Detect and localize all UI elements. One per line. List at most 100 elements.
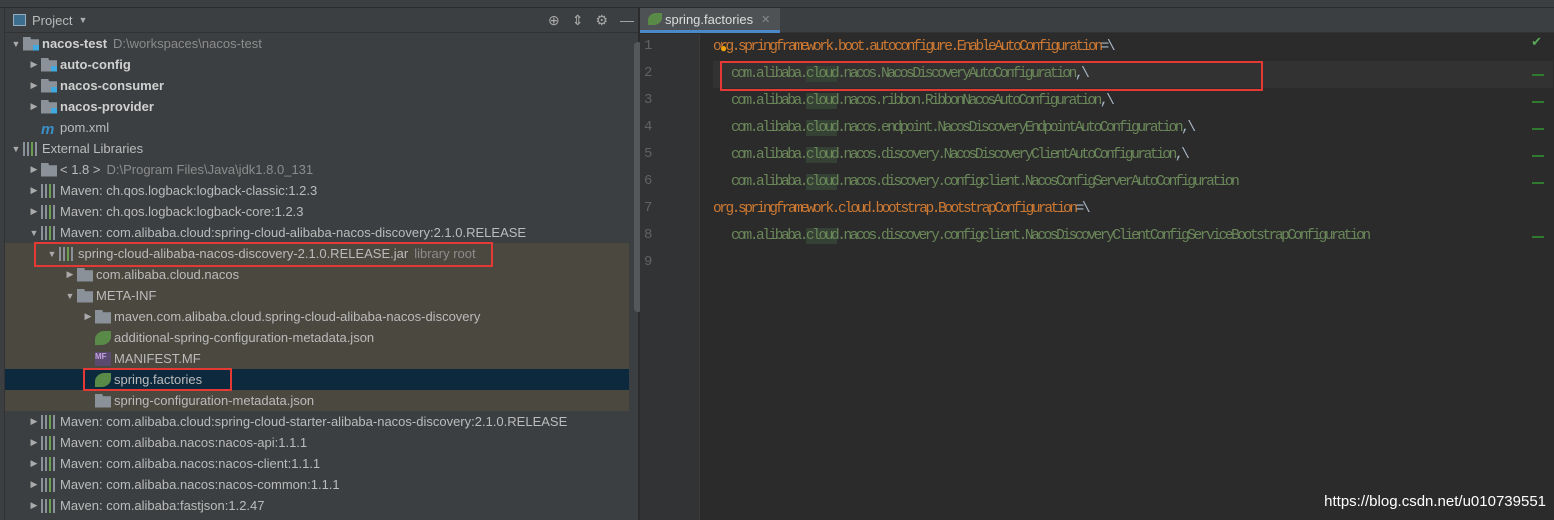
expand-arrow-icon[interactable]: ▶ <box>27 185 41 196</box>
code-token: com.alibaba. <box>731 147 808 163</box>
maven-file-icon: m <box>41 120 55 138</box>
tree-item-label: Maven: com.alibaba:fastjson:1.2.47 <box>60 498 265 513</box>
code-token: .nacos.endpoint.NacosDiscoveryEndpointAu… <box>837 120 1183 136</box>
library-icon <box>41 456 57 471</box>
tree-item-label: Maven: com.alibaba.nacos:nacos-common:1.… <box>60 477 340 492</box>
tree-item-label: pom.xml <box>60 120 110 135</box>
tree-item[interactable]: spring-configuration-metadata.json <box>5 390 629 411</box>
chevron-down-icon[interactable]: ▼ <box>78 15 87 25</box>
library-icon <box>41 225 57 240</box>
code-line: com.alibaba.cloud.nacos.endpoint.NacosDi… <box>713 115 1553 142</box>
tree-item[interactable]: m pom.xml <box>5 117 629 138</box>
change-marker <box>1532 155 1544 157</box>
tree-item[interactable]: ▶ Maven: com.alibaba.cloud:spring-cloud-s… <box>5 411 629 432</box>
tree-item[interactable]: ▶ < 1.8 > D:\Program Files\Java\jdk1.8.0_1… <box>5 159 629 180</box>
library-icon <box>41 414 57 429</box>
tree-item-label: Maven: ch.qos.logback:logback-core:1.2.3 <box>60 204 304 219</box>
module-folder-icon <box>23 36 39 51</box>
code-token: org.springframework.cloud.bootstrap.Boot… <box>713 201 1078 217</box>
library-icon <box>41 183 57 198</box>
project-view-selector[interactable]: Project <box>32 13 72 28</box>
code-token: .nacos.discovery.configclient.NacosDisco… <box>837 228 1371 244</box>
code-token: .nacos.ribbon.RibbonNacosAutoConfigurati… <box>837 93 1102 109</box>
tree-item-label: auto-config <box>60 57 131 72</box>
tree-item-label: Maven: ch.qos.logback:logback-classic:1.… <box>60 183 318 198</box>
tree-item-label: META-INF <box>96 288 157 303</box>
expand-arrow-icon[interactable]: ▶ <box>27 59 41 70</box>
change-marker <box>1532 101 1544 103</box>
tree-item-label: maven.com.alibaba.cloud.spring-cloud-ali… <box>114 309 481 324</box>
line-number: 8 <box>644 227 653 243</box>
code-line: com.alibaba.cloud.nacos.discovery.NacosD… <box>713 142 1553 169</box>
expand-arrow-icon[interactable]: ▼ <box>63 291 77 301</box>
tree-item[interactable]: ▼ Maven: com.alibaba.cloud:spring-cloud-a… <box>5 222 629 243</box>
tree-item-label: com.alibaba.cloud.nacos <box>96 267 240 282</box>
expand-arrow-icon[interactable]: ▶ <box>27 164 41 175</box>
jdk-folder-icon <box>41 162 57 177</box>
expand-arrow-icon[interactable]: ▶ <box>81 311 95 322</box>
line-number: 3 <box>644 92 653 108</box>
expand-arrow-icon[interactable]: ▶ <box>27 416 41 427</box>
expand-arrow-icon[interactable]: ▼ <box>9 39 23 49</box>
tree-item[interactable]: ▶ maven.com.alibaba.cloud.spring-cloud-al… <box>5 306 629 327</box>
line-number: 1 <box>644 38 653 54</box>
tree-item-label: nacos-test <box>42 36 108 51</box>
tree-item[interactable]: ▶ Maven: com.alibaba.nacos:nacos-api:1.1.… <box>5 432 629 453</box>
code-token: org.springframework.boot.autoconfigure.E… <box>713 39 1103 55</box>
expand-arrow-icon[interactable]: ▶ <box>27 479 41 490</box>
collapse-all-icon[interactable]: ⇕ <box>572 12 584 29</box>
tree-item[interactable]: ▼ META-INF <box>5 285 629 306</box>
code-token: =\ <box>1075 201 1091 217</box>
code-line: com.alibaba.cloud.nacos.discovery.config… <box>713 223 1553 250</box>
tree-item[interactable]: ▶ Maven: ch.qos.logback:logback-core:1.2.… <box>5 201 629 222</box>
project-panel-header: Project ▼ ⊕ ⇕ ⚙ — <box>5 8 638 33</box>
tree-item[interactable]: ▶ nacos-provider <box>5 96 629 117</box>
code-line: com.alibaba.cloud.nacos.ribbon.RibbonNac… <box>713 88 1553 115</box>
expand-arrow-icon[interactable]: ▶ <box>27 206 41 217</box>
tree-item-label: Maven: com.alibaba.cloud:spring-cloud-st… <box>60 414 568 429</box>
expand-arrow-icon[interactable]: ▶ <box>27 500 41 511</box>
code-token: .nacos.discovery.NacosDiscoveryClientAut… <box>837 147 1177 163</box>
line-number: 5 <box>644 146 653 162</box>
expand-arrow-icon[interactable]: ▶ <box>63 269 77 280</box>
code-token: ,\ <box>1181 120 1196 136</box>
tree-item[interactable]: ▼ External Libraries <box>5 138 629 159</box>
expand-arrow-icon[interactable]: ▶ <box>27 80 41 91</box>
expand-arrow-icon[interactable]: ▼ <box>9 144 23 154</box>
lightbulb-icon[interactable]: ● <box>720 41 727 55</box>
tree-item[interactable]: ▶ com.alibaba.cloud.nacos <box>5 264 629 285</box>
hide-icon[interactable]: — <box>620 12 634 29</box>
highlight-box-spring-factories <box>83 368 232 391</box>
package-icon <box>95 309 111 324</box>
code-line: com.alibaba.cloud.nacos.discovery.config… <box>713 169 1553 196</box>
expand-arrow-icon[interactable]: ▶ <box>27 437 41 448</box>
library-icon <box>41 435 57 450</box>
close-icon[interactable]: ✕ <box>761 13 770 26</box>
module-folder-icon <box>41 99 57 114</box>
watermark: https://blog.csdn.net/u010739551 <box>1324 493 1546 510</box>
tree-item[interactable]: ▶ Maven: ch.qos.logback:logback-classic:1… <box>5 180 629 201</box>
tree-item[interactable]: ▶ Maven: com.alibaba.nacos:nacos-client:1… <box>5 453 629 474</box>
tree-item[interactable]: ▶ Maven: com.alibaba.nacos:nacos-common:1… <box>5 474 629 495</box>
tree-item[interactable]: ▶ auto-config <box>5 54 629 75</box>
expand-arrow-icon[interactable]: ▼ <box>27 228 41 238</box>
tree-item[interactable]: additional-spring-configuration-metadata… <box>5 327 629 348</box>
tree-item-label: Maven: com.alibaba.nacos:nacos-api:1.1.1 <box>60 435 308 450</box>
tree-item[interactable]: MF MANIFEST.MF <box>5 348 629 369</box>
gear-icon[interactable]: ⚙ <box>595 12 608 29</box>
tree-item[interactable]: ▼ nacos-test D:\workspaces\nacos-test <box>5 33 629 54</box>
check-icon: ✔ <box>1531 34 1542 49</box>
tab-spring-factories[interactable]: spring.factories ✕ <box>640 8 780 33</box>
package-icon <box>77 288 93 303</box>
editor-tabs: spring.factories ✕ <box>640 8 1554 33</box>
line-gutter: 1 2 3 4 5 6 7 8 9 <box>640 34 700 520</box>
expand-arrow-icon[interactable]: ▶ <box>27 101 41 112</box>
code-token: ,\ <box>1099 93 1115 109</box>
expand-arrow-icon[interactable]: ▶ <box>27 458 41 469</box>
tree-item[interactable]: ▶ Maven: com.alibaba:fastjson:1.2.47 <box>5 495 629 516</box>
tree-item[interactable]: ▶ nacos-consumer <box>5 75 629 96</box>
line-number: 4 <box>644 119 653 135</box>
locate-icon[interactable]: ⊕ <box>548 12 560 29</box>
change-marker <box>1532 182 1544 184</box>
